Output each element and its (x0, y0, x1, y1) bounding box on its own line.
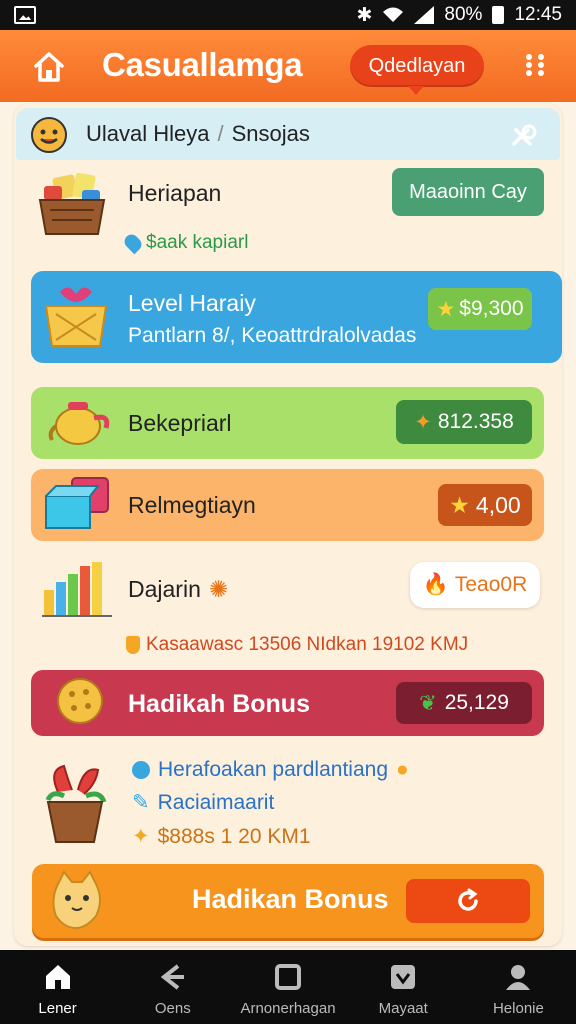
level-card-title: Level Haraiy (128, 290, 256, 316)
row-title-dajarin: Dajarin ✺ (128, 576, 228, 603)
bug-icon: ✺ (208, 576, 229, 602)
breadcrumb: Ulaval Hleya / Snsojas (16, 108, 560, 160)
box-icon (45, 477, 109, 529)
bee-icon: ● (396, 758, 409, 781)
bottom-nav: Lener Oens Arnonerhagan Mayaat Helonie (0, 950, 576, 1024)
home-icon[interactable] (32, 50, 66, 84)
list-item-text: $888s 1 20 KM1 (157, 825, 311, 848)
row-title-dajarin-text: Dajarin (128, 576, 201, 602)
wifi-icon (383, 7, 404, 22)
nav-item-4[interactable]: Mayaat (346, 950, 461, 1024)
refresh-icon (458, 888, 478, 911)
header-pill-button[interactable]: Qdedlayan (350, 45, 484, 95)
list-item-text: Raciaimaarit (157, 791, 275, 814)
battery-percent: 80% (444, 4, 483, 25)
bird-icon: ✦ (414, 410, 432, 434)
home-icon (45, 965, 70, 989)
pepper-icon: ❦ (419, 691, 437, 715)
orange-card-value: ★ 4,00 (438, 484, 532, 526)
row-subtext: $aak kapiarl (121, 231, 249, 255)
tag-icon: ✦ (132, 825, 150, 848)
nav-label: Arnonerhagan (240, 1000, 336, 1017)
orange-card-title: Relmegtiayn (128, 492, 256, 518)
chat-icon (132, 761, 150, 780)
bluetooth-icon: ✱ (356, 4, 373, 26)
bonus-action-button[interactable] (406, 879, 530, 923)
gallery-icon (14, 6, 36, 24)
list-item-text: Herafoakan pardlantiang (158, 758, 388, 781)
nav-item-3[interactable]: Arnonerhagan (230, 950, 345, 1024)
row-action-button[interactable]: 🔥 Teao0R (410, 562, 540, 608)
row-action-label: Teao0R (454, 573, 528, 596)
close-icon[interactable] (508, 120, 538, 150)
level-card-value: ★ $9,300 (428, 288, 532, 330)
star-icon: ★ (436, 297, 456, 321)
cookie-icon (57, 678, 103, 724)
nav-label: Helonie (492, 1000, 544, 1017)
shield-icon (126, 635, 140, 654)
row-subtext-value: Kasaawasc 13506 NIdkan 19102 KMJ (146, 634, 469, 655)
arrow-icon (160, 964, 184, 990)
grid-icon[interactable] (524, 52, 546, 78)
battery-icon (492, 6, 505, 24)
bonus-card-value-text: 25,129 (444, 691, 509, 714)
row-subtext-value: $aak kapiarl (146, 232, 249, 253)
nav-item-home[interactable]: Lener (0, 950, 115, 1024)
row-action-button[interactable]: Maaoinn Cay (392, 168, 544, 216)
plant-pot-icon (45, 764, 107, 843)
nav-item-profile[interactable]: Helonie (461, 950, 576, 1024)
bonus-card-value: ❦ 25,129 (396, 682, 532, 724)
row-subtext: Kasaawasc 13506 NIdkan 19102 KMJ (126, 634, 468, 656)
status-bar: ✱ 80% 12:45 (0, 0, 576, 30)
list-item: ✦ $888s 1 20 KM1 (132, 824, 311, 849)
gift-basket-icon (44, 287, 108, 347)
signal-icon (414, 6, 435, 24)
pencil-icon: ✎ (132, 791, 150, 814)
profile-icon (506, 965, 531, 990)
nav-label: Lener (38, 1000, 77, 1017)
bonus-button[interactable]: Hadikan Bonus (32, 864, 544, 938)
badge-icon (391, 965, 416, 989)
green-card-value-text: 812.358 (437, 410, 514, 433)
breadcrumb-text: Ulaval Hleya / Snsojas (86, 121, 310, 147)
orange-card-value-text: 4,00 (475, 491, 521, 518)
star-icon: ★ (449, 491, 470, 518)
green-card-value: ✦ 812.358 (396, 400, 532, 444)
row-title-heriapan: Heriapan (128, 180, 222, 206)
pin-icon (121, 231, 145, 255)
clock: 12:45 (514, 4, 562, 25)
level-card-subtitle: Pantlarn 8/, Keoattrdralolvadas (128, 324, 417, 347)
nav-label: Oens (154, 1000, 191, 1017)
breadcrumb-separator: / (217, 121, 224, 146)
level-card-value-text: $9,300 (459, 297, 524, 320)
app-header: Casuallamga Qdedlayan (0, 30, 576, 102)
nav-item-2[interactable]: Oens (115, 950, 230, 1024)
app-title: Casuallamga (102, 46, 303, 83)
basket-icon (38, 172, 106, 235)
teapot-icon (48, 402, 110, 445)
breadcrumb-item[interactable]: Ulaval Hleya (86, 121, 210, 146)
square-icon (275, 964, 301, 990)
breadcrumb-item-current: Snsojas (231, 121, 310, 146)
bonus-card-title: Hadikah Bonus (128, 690, 310, 718)
green-card-title: Bekepriarl (128, 410, 232, 436)
list-item: Herafoakan pardlantiang ● (132, 758, 409, 782)
avatar (31, 117, 67, 153)
bar-chart-icon (42, 562, 112, 617)
list-item: ✎ Raciaimaarit (132, 790, 274, 815)
bonus-button-label: Hadikan Bonus (192, 884, 389, 914)
nav-label: Mayaat (378, 1000, 428, 1017)
cat-mascot-icon (52, 870, 101, 930)
flame-icon: 🔥 (422, 573, 449, 596)
